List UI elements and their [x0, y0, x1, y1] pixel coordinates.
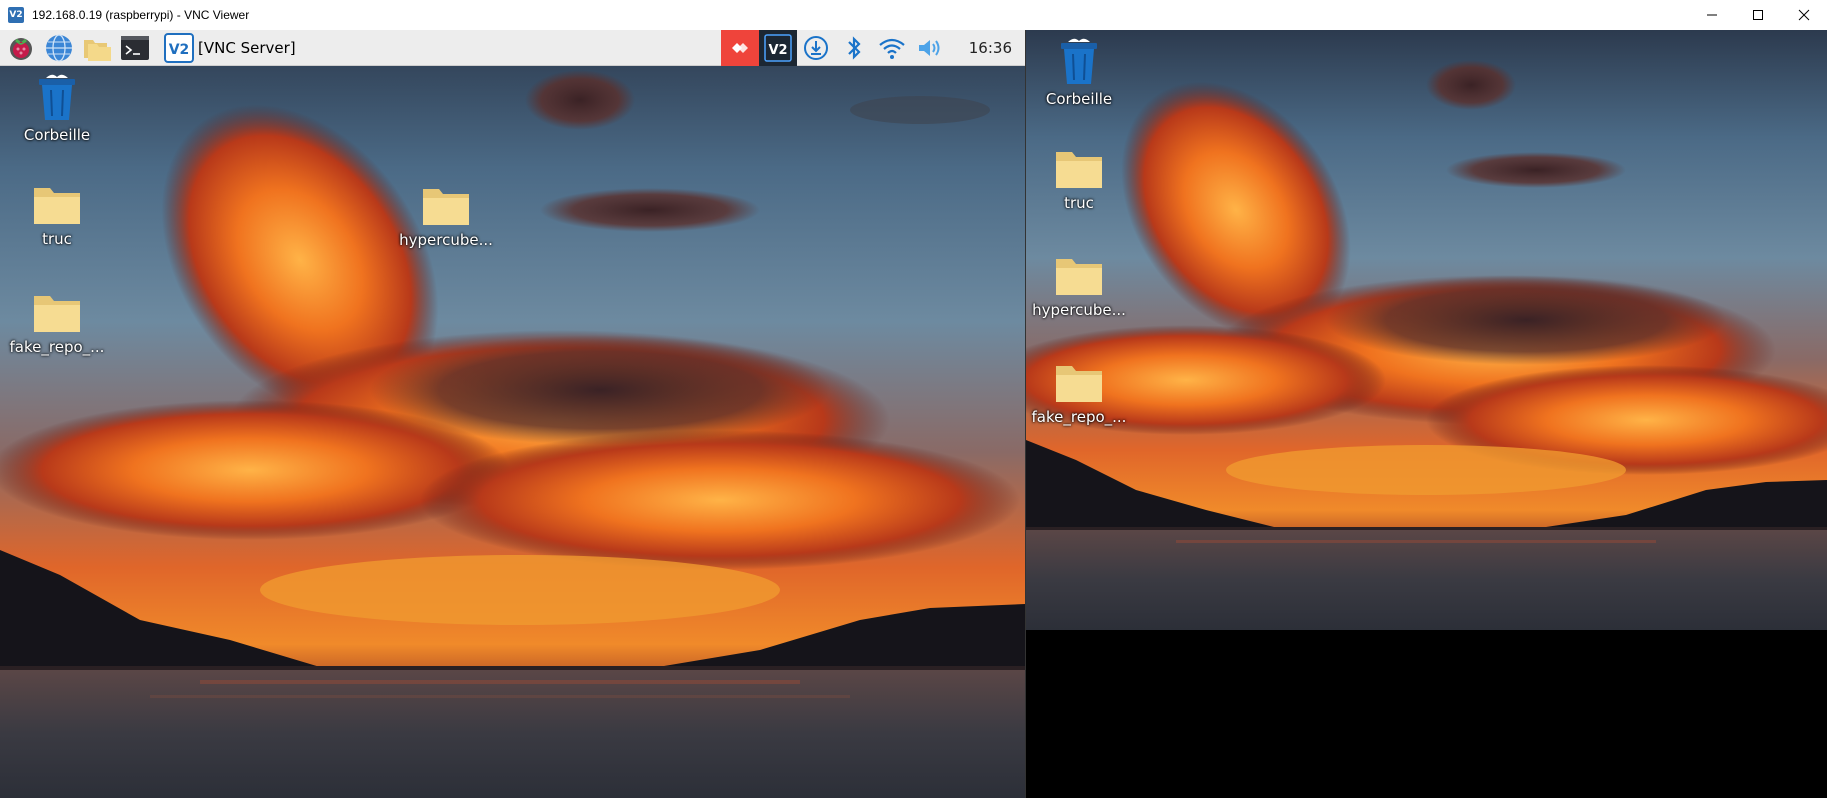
download-icon	[803, 36, 828, 60]
trash-icon	[1061, 38, 1097, 84]
raspberry-menu-button[interactable]	[4, 31, 38, 65]
desktop-icon-label: hypercube...	[399, 231, 493, 249]
bluetooth-tray-button[interactable]	[835, 30, 873, 66]
desktop-icon-folder-fake-repo[interactable]: fake_repo_...	[1031, 362, 1127, 426]
desktop-icon-folder-hypercube[interactable]: hypercube...	[1031, 255, 1127, 319]
pi-taskbar: V2 [VNC Server] V2 16:36	[0, 30, 1025, 66]
vnc-server-icon: V2	[164, 32, 194, 63]
desktop-icon-label: hypercube...	[1032, 301, 1126, 319]
desktop-icon-label: Corbeille	[1045, 90, 1113, 108]
minimize-button[interactable]	[1689, 0, 1735, 30]
terminal-icon	[121, 35, 149, 60]
desktop-icon-folder-truc[interactable]: truc	[9, 184, 105, 248]
vnc-tray-button[interactable]: V2	[758, 30, 797, 66]
trash-icon	[39, 74, 75, 120]
globe-browser-icon	[46, 33, 72, 62]
svg-text:V2: V2	[169, 42, 190, 58]
close-icon	[1798, 9, 1810, 21]
folder-icon	[1056, 152, 1102, 188]
desktop-icon-trash[interactable]: Corbeille	[1031, 36, 1127, 108]
file-manager-icon	[84, 39, 111, 61]
vnc-viewer-icon: V2	[8, 7, 24, 23]
window-title: 192.168.0.19 (raspberrypi) - VNC Viewer	[32, 8, 250, 22]
wifi-icon	[879, 38, 905, 59]
volume-icon	[918, 40, 940, 56]
desktop-icon-trash[interactable]: Corbeille	[9, 72, 105, 144]
remote-desktop-right[interactable]: Corbeille truc hypercube... fake_repo_..…	[1026, 30, 1827, 630]
folder-icon	[1056, 259, 1102, 295]
folder-icon	[1056, 366, 1102, 402]
vnc-server-task-label[interactable]: [VNC Server]	[198, 39, 296, 57]
desktop-icon-label: fake_repo_...	[9, 338, 105, 356]
anydesk-tray-button[interactable]	[720, 30, 759, 66]
desktop-icon-label: truc	[42, 230, 72, 248]
desktop-icon-label: fake_repo_...	[1031, 408, 1127, 426]
wallpaper-sunset	[0, 30, 1025, 798]
terminal-launcher[interactable]	[118, 31, 152, 65]
wallpaper-sunset	[1026, 30, 1827, 630]
desktop-icon-folder-truc[interactable]: truc	[1031, 148, 1127, 212]
desktop-icon-label: Corbeille	[23, 126, 91, 144]
download-tray-button[interactable]	[797, 30, 835, 66]
wifi-tray-button[interactable]	[873, 30, 911, 66]
raspberry-menu-icon	[10, 37, 32, 60]
clock[interactable]: 16:36	[969, 39, 1012, 57]
folder-icon	[34, 188, 80, 224]
desktop-icon-folder-fake-repo[interactable]: fake_repo_...	[9, 292, 105, 356]
folder-icon	[423, 189, 469, 225]
desktop-icon-label: truc	[1064, 194, 1094, 212]
browser-launcher[interactable]	[42, 31, 76, 65]
window-titlebar: V2 192.168.0.19 (raspberrypi) - VNC View…	[0, 0, 1827, 30]
vnc-server-task-button[interactable]: V2	[162, 31, 196, 65]
maximize-icon	[1753, 10, 1763, 20]
desktop-icon-folder-hypercube[interactable]: hypercube...	[398, 185, 494, 249]
unused-viewer-area	[1026, 630, 1827, 798]
anydesk-icon	[731, 43, 748, 53]
folder-icon	[34, 296, 80, 332]
file-manager-launcher[interactable]	[80, 31, 114, 65]
close-button[interactable]	[1781, 0, 1827, 30]
svg-text:V2: V2	[768, 43, 787, 58]
bluetooth-icon	[847, 36, 861, 60]
volume-tray-button[interactable]	[911, 30, 949, 66]
system-tray: V2 16:36	[720, 30, 1025, 66]
minimize-icon	[1707, 14, 1717, 16]
maximize-button[interactable]	[1735, 0, 1781, 30]
vnc-server-icon: V2	[764, 34, 792, 62]
remote-desktop-left[interactable]: V2 [VNC Server] V2 16:36 Corbeille truc …	[0, 30, 1026, 798]
